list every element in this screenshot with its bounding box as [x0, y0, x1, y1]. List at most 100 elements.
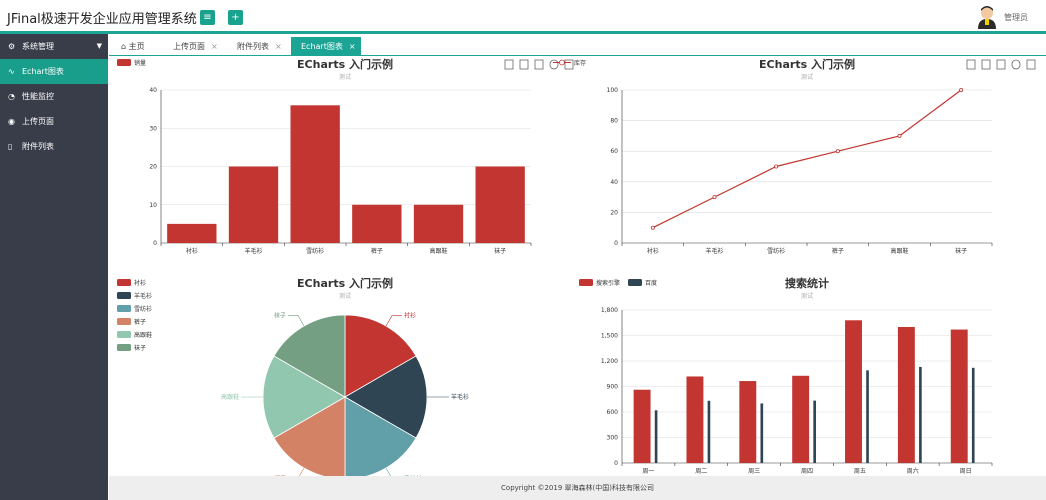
legend-swatch	[117, 279, 131, 286]
tab-home[interactable]: ⌂ 主页	[111, 37, 161, 56]
bar-switch-icon[interactable]	[981, 59, 991, 70]
bar	[813, 400, 816, 463]
x-tick-label: 裤子	[371, 247, 383, 255]
close-icon[interactable]: ×	[349, 42, 356, 51]
x-tick-label: 羊毛衫	[244, 247, 262, 255]
legend-label: 搜索引擎	[596, 279, 620, 287]
x-tick-label: 袜子	[955, 247, 967, 255]
chart-icon: ∿	[8, 67, 15, 76]
gear-icon: ⚙	[8, 42, 16, 51]
plus-icon: +	[231, 12, 240, 23]
y-tick-label: 1,500	[601, 333, 618, 340]
sidebar-item-monitor[interactable]: ◔ 性能监控	[0, 84, 108, 109]
chart-subtitle: 测试	[801, 73, 813, 81]
pie-label-line	[288, 315, 305, 327]
series-line	[652, 89, 962, 229]
restore-icon[interactable]	[549, 59, 559, 70]
sidebar-item-attachments[interactable]: ▯ 附件列表	[0, 134, 108, 159]
footer: Copyright ©2019 翠海森林(中国)科技有限公司	[109, 476, 1046, 500]
y-tick-label: 100	[607, 87, 619, 94]
bar	[654, 410, 658, 463]
legend-label: 高跟鞋	[134, 331, 152, 339]
pie-label-line	[385, 467, 391, 476]
x-tick-label: 衬衫	[647, 247, 659, 255]
close-icon[interactable]: ×	[275, 42, 282, 51]
data-view-icon[interactable]	[504, 59, 514, 70]
user-menu[interactable]: 管理员	[978, 5, 1028, 29]
copyright-text: Copyright ©2019 翠海森林(中国)科技有限公司	[501, 484, 654, 492]
y-tick-label: 20	[149, 164, 157, 171]
file-icon: ▯	[8, 142, 13, 151]
bar	[792, 375, 810, 463]
x-tick-label: 衬衫	[186, 247, 198, 255]
menu-toggle-button[interactable]: ≡	[200, 10, 215, 25]
chart-subtitle: 测试	[801, 292, 813, 300]
x-tick-label: 周二	[695, 468, 707, 475]
y-tick-label: 900	[607, 384, 619, 391]
data-point	[712, 195, 717, 200]
close-icon[interactable]: ×	[211, 42, 218, 51]
y-tick-label: 40	[149, 87, 157, 94]
save-image-icon[interactable]	[1026, 59, 1036, 70]
tab-label: 主页	[128, 42, 145, 51]
y-tick-label: 10	[149, 202, 157, 209]
restore-icon[interactable]	[1011, 59, 1021, 70]
x-tick-label: 周日	[960, 468, 972, 475]
app-header: JFinal极速开发企业应用管理系统 ≡ + 管理员	[0, 0, 1046, 34]
save-image-icon[interactable]	[564, 59, 574, 70]
tab-upload[interactable]: 上传页面 ×	[163, 37, 227, 56]
sidebar-item-echart[interactable]: ∿ Echart图表	[0, 59, 108, 84]
sidebar-item-label: 上传页面	[22, 117, 54, 126]
tab-echart[interactable]: Echart图表 ×	[291, 37, 361, 56]
home-icon: ⌂	[121, 42, 127, 51]
x-tick-label: 袜子	[494, 247, 506, 255]
bar	[475, 166, 525, 243]
tab-label: Echart图表	[301, 42, 343, 51]
legend-swatch	[117, 318, 131, 325]
pie-label: 衬衫	[404, 312, 416, 320]
line-switch-icon[interactable]	[534, 59, 544, 70]
legend-label: 百度	[645, 279, 657, 287]
y-tick-label: 40	[610, 179, 618, 186]
pie-label-line	[299, 467, 305, 476]
bar	[866, 370, 869, 463]
bar	[633, 389, 651, 463]
sidebar-item-upload[interactable]: ◉ 上传页面	[0, 109, 108, 134]
bar-switch-icon[interactable]	[519, 59, 529, 70]
bar	[352, 204, 402, 243]
app-title: JFinal极速开发企业应用管理系统	[7, 12, 197, 27]
data-point	[959, 88, 964, 93]
data-view-icon[interactable]	[966, 59, 976, 70]
x-tick-label: 羊毛衫	[705, 247, 723, 255]
line-switch-icon[interactable]	[996, 59, 1006, 70]
sidebar-item-label: Echart图表	[22, 67, 64, 76]
bar	[228, 166, 279, 243]
eye-icon: ◉	[8, 117, 15, 126]
pie-label: 羊毛衫	[451, 393, 469, 401]
legend-swatch	[117, 331, 131, 338]
bar	[413, 204, 464, 243]
data-point	[835, 149, 840, 154]
legend-label: 雪纺衫	[134, 305, 152, 313]
add-button[interactable]: +	[228, 10, 243, 25]
legend-swatch	[117, 59, 131, 66]
tab-attachments[interactable]: 附件列表 ×	[227, 37, 291, 56]
y-tick-label: 0	[153, 240, 157, 247]
chart-subtitle: 测试	[339, 73, 351, 81]
sidebar-item-system[interactable]: ⚙ 系统管理 ▼	[0, 34, 108, 59]
legend-label: 销量	[134, 59, 146, 67]
data-point	[774, 164, 779, 169]
chart-title: ECharts 入门示例	[759, 57, 855, 71]
y-tick-label: 0	[614, 240, 618, 247]
bar	[290, 105, 340, 243]
chart-title: ECharts 入门示例	[297, 57, 393, 71]
bar	[686, 376, 704, 463]
chart-subtitle: 测试	[339, 292, 351, 300]
bar	[950, 329, 968, 463]
data-point	[897, 133, 902, 138]
y-tick-label: 20	[610, 209, 618, 216]
x-tick-label: 高跟鞋	[890, 247, 908, 255]
legend-label: 羊毛衫	[134, 292, 152, 300]
y-tick-label: 0	[614, 460, 618, 467]
bar	[739, 381, 757, 463]
